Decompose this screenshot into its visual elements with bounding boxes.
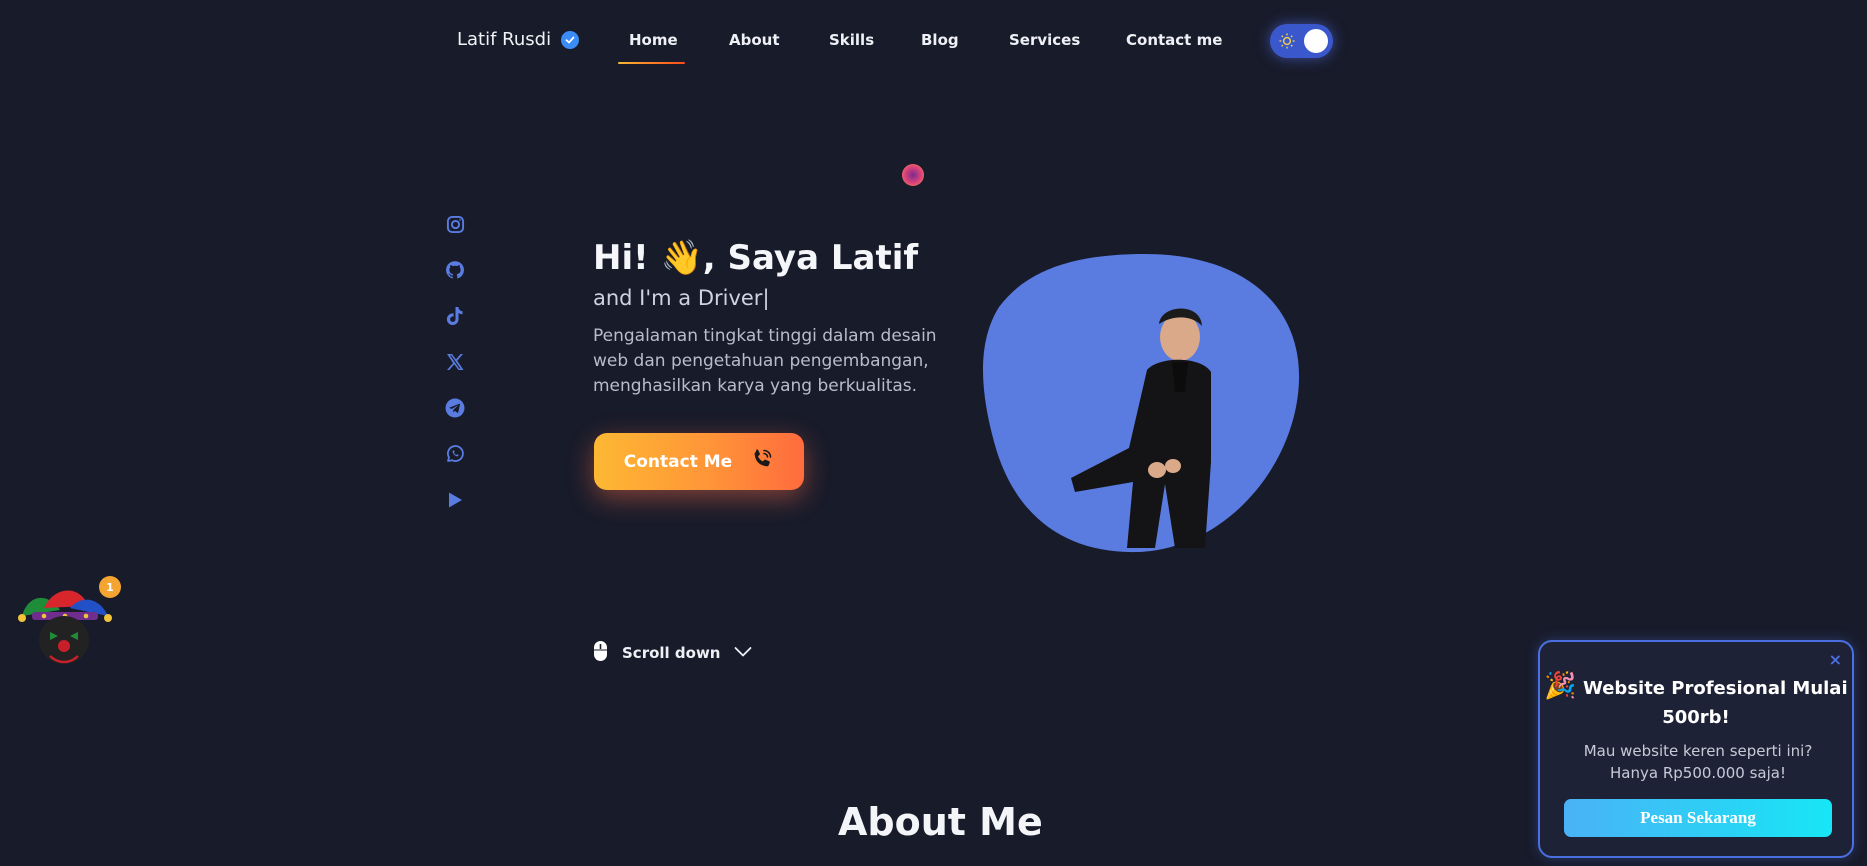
- hero-title-pre: Hi!: [593, 238, 661, 278]
- promo-popup: × 🎉 Website Profesional Mulai 500rb! Mau…: [1538, 640, 1854, 858]
- scroll-down[interactable]: Scroll down: [593, 640, 752, 666]
- theme-toggle[interactable]: [1270, 24, 1333, 58]
- verified-icon: [561, 30, 580, 49]
- hero-subtitle: and I'm a Driver|: [593, 286, 770, 310]
- tiktok-icon[interactable]: [445, 306, 465, 326]
- nav-contact[interactable]: Contact me: [1126, 31, 1222, 49]
- instagram-icon[interactable]: [445, 214, 465, 234]
- decorative-dot: [902, 164, 924, 186]
- hero-description: Pengalaman tingkat tinggi dalam desain w…: [593, 326, 937, 396]
- mouse-icon: [593, 640, 608, 666]
- hero-title: Hi! 👋, Saya Latif: [593, 238, 918, 278]
- whatsapp-icon[interactable]: [445, 444, 465, 464]
- toggle-knob: [1304, 29, 1328, 53]
- order-now-button[interactable]: Pesan Sekarang: [1564, 799, 1832, 837]
- brand-name: Latif Rusdi: [457, 29, 552, 50]
- chevron-down-icon: [734, 644, 752, 662]
- promo-title: 🎉 Website Profesional Mulai 500rb!: [1540, 672, 1852, 732]
- profile-image: [979, 252, 1301, 558]
- wave-emoji: 👋: [660, 238, 703, 278]
- promo-text: Mau website keren seperti ini? Hanya Rp5…: [1583, 742, 1813, 782]
- sun-icon: [1278, 32, 1296, 54]
- jester-mascot[interactable]: [14, 578, 114, 674]
- promo-title-text: Website Profesional Mulai 500rb!: [1583, 678, 1848, 728]
- scroll-down-label: Scroll down: [622, 644, 721, 662]
- nav-blog[interactable]: Blog: [921, 31, 959, 49]
- close-icon[interactable]: ×: [1829, 650, 1842, 669]
- github-icon[interactable]: [445, 260, 465, 280]
- nav-services[interactable]: Services: [1009, 31, 1080, 49]
- contact-me-label: Contact Me: [623, 451, 733, 472]
- nav-home[interactable]: Home: [629, 31, 678, 49]
- play-icon[interactable]: [445, 490, 465, 510]
- contact-me-button[interactable]: Contact Me: [594, 433, 804, 490]
- party-emoji: 🎉: [1544, 671, 1577, 701]
- nav-about[interactable]: About: [729, 31, 780, 49]
- phone-icon: [750, 447, 774, 476]
- notification-badge: 1: [99, 576, 121, 598]
- hero-title-post: , Saya Latif: [702, 238, 919, 278]
- telegram-icon[interactable]: [445, 398, 465, 418]
- x-icon[interactable]: [445, 352, 465, 372]
- nav-skills[interactable]: Skills: [829, 31, 874, 49]
- about-title: About Me: [838, 800, 1043, 844]
- nav-active-indicator: [618, 62, 685, 64]
- brand[interactable]: Latif Rusdi: [457, 29, 580, 50]
